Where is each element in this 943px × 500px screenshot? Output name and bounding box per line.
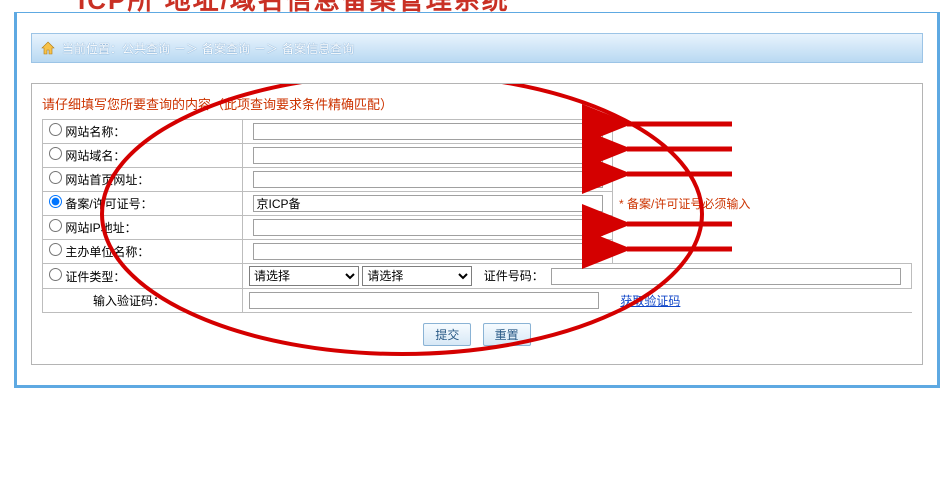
breadcrumb-item-2[interactable]: 备案信息查询: [282, 40, 354, 57]
row-doc-type: 证件类型： 请选择 请选择 证件号码：: [43, 264, 912, 289]
radio-org[interactable]: [49, 243, 62, 256]
row-org: 主办单位名称：: [43, 240, 912, 264]
breadcrumb-sep: －＞: [254, 40, 278, 57]
select-doc-type-2[interactable]: 请选择: [362, 266, 472, 286]
radio-ip[interactable]: [49, 219, 62, 232]
breadcrumb: 当前位置：公共查询 －＞ 备案查询 －＞ 备案信息查询: [31, 33, 923, 63]
breadcrumb-sep: －＞: [174, 40, 198, 57]
label-homepage: 网站首页网址：: [65, 173, 149, 187]
row-domain: 网站域名：: [43, 144, 912, 168]
label-captcha: 输入验证码：: [93, 294, 165, 308]
input-domain[interactable]: [253, 147, 603, 164]
input-homepage[interactable]: [253, 171, 603, 188]
page-title: ICP所 地址/域名信息备案管理系统: [0, 0, 943, 12]
input-captcha[interactable]: [249, 292, 599, 309]
label-org: 主办单位名称：: [65, 245, 149, 259]
row-captcha: 输入验证码： 获取验证码: [43, 289, 912, 313]
input-ip[interactable]: [253, 219, 603, 236]
row-site-name: 网站名称：: [43, 120, 912, 144]
label-license: 备案/许可证号：: [65, 197, 152, 211]
row-license: 备案/许可证号： * 备案/许可证号必须输入: [43, 192, 912, 216]
search-form: 请仔细填写您所要查询的内容（此项查询要求条件精确匹配） 网站名称： 网站域名： …: [31, 83, 923, 365]
input-doc-number[interactable]: [551, 268, 901, 285]
breadcrumb-item-1[interactable]: 备案查询: [202, 40, 250, 57]
get-captcha-link[interactable]: 获取验证码: [620, 294, 680, 308]
home-icon: [40, 40, 56, 56]
label-ip: 网站IP地址：: [65, 221, 136, 235]
label-doc-number: 证件号码：: [484, 269, 544, 283]
form-table: 网站名称： 网站域名： 网站首页网址： 备案/许可证号： * 备案/许可证号必须…: [42, 119, 912, 313]
select-doc-type-1[interactable]: 请选择: [249, 266, 359, 286]
button-row: 提交 重置: [42, 323, 912, 346]
submit-button[interactable]: 提交: [423, 323, 471, 346]
radio-site-name[interactable]: [49, 123, 62, 136]
main-panel: 当前位置：公共查询 －＞ 备案查询 －＞ 备案信息查询 请仔细填写您所要查询的内…: [14, 12, 940, 388]
label-domain: 网站域名：: [65, 149, 125, 163]
radio-license[interactable]: [49, 195, 62, 208]
row-ip: 网站IP地址：: [43, 216, 912, 240]
row-homepage: 网站首页网址：: [43, 168, 912, 192]
license-required-note: * 备案/许可证号必须输入: [619, 197, 750, 211]
reset-button[interactable]: 重置: [483, 323, 531, 346]
radio-homepage[interactable]: [49, 171, 62, 184]
label-site-name: 网站名称：: [65, 125, 125, 139]
input-org[interactable]: [253, 243, 603, 260]
radio-domain[interactable]: [49, 147, 62, 160]
input-license[interactable]: [253, 195, 603, 212]
radio-doc-type[interactable]: [49, 268, 62, 281]
breadcrumb-current: 当前位置：公共查询: [62, 40, 170, 57]
instruction-text: 请仔细填写您所要查询的内容（此项查询要求条件精确匹配）: [42, 94, 912, 113]
label-doc-type: 证件类型：: [65, 270, 125, 284]
input-site-name[interactable]: [253, 123, 603, 140]
